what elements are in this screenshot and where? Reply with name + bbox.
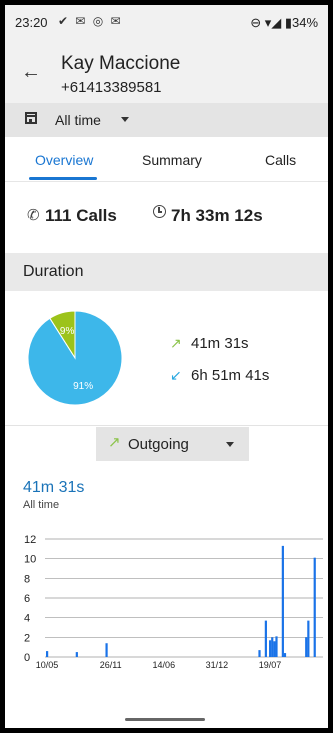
- incoming-duration: 6h 51m 41s: [191, 367, 270, 384]
- y-tick-label: 0: [24, 652, 30, 664]
- notification-icons: ✔ ✉ ◎ ✉: [58, 14, 123, 28]
- chart-bar: [271, 637, 274, 657]
- y-tick-label: 12: [24, 534, 36, 546]
- pie-slice-label: 9%: [60, 326, 75, 337]
- chart-bar: [75, 652, 78, 657]
- chart-bar: [283, 653, 287, 657]
- contact-name: Kay Maccione: [61, 53, 181, 74]
- direction-label: Outgoing: [128, 436, 189, 453]
- gesture-nav-bar[interactable]: [125, 718, 205, 721]
- chart-bar: [307, 620, 310, 657]
- outgoing-arrow-icon: ↗: [108, 434, 121, 451]
- x-tick-label: 14/06: [153, 660, 176, 670]
- chart-bar: [313, 557, 316, 657]
- tab-bar: Overview Summary Calls: [5, 137, 328, 182]
- back-arrow-icon[interactable]: ←: [21, 61, 41, 84]
- pie-slice-label: 91%: [73, 381, 93, 392]
- tab-summary[interactable]: Summary: [142, 152, 202, 168]
- y-tick-label: 6: [24, 593, 30, 605]
- y-tick-label: 8: [24, 573, 30, 585]
- duration-section-header: Duration: [5, 253, 328, 291]
- direction-total: 41m 31s: [23, 479, 85, 496]
- duration-title: Duration: [23, 263, 84, 280]
- calendar-icon: [25, 112, 37, 124]
- chart-bar: [264, 620, 267, 657]
- contact-header: ← Kay Maccione +61413389581: [5, 39, 328, 103]
- duration-pie-chart: 9% 91%: [27, 310, 123, 406]
- x-tick-label: 10/05: [36, 660, 59, 670]
- section-divider: [5, 425, 328, 426]
- stats-summary: ✆ 111 Calls 7h 33m 12s: [5, 181, 328, 253]
- x-tick-label: 31/12: [206, 660, 229, 670]
- tab-overview[interactable]: Overview: [35, 152, 93, 168]
- chart-bar: [281, 545, 284, 657]
- chevron-down-icon: [121, 117, 129, 122]
- chevron-down-icon: [226, 442, 234, 447]
- chart-bar: [273, 641, 276, 657]
- chart-bar: [305, 637, 308, 657]
- calls-count: 111 Calls: [45, 206, 117, 225]
- y-tick-label: 4: [24, 613, 30, 625]
- contact-phone: +61413389581: [61, 79, 162, 96]
- outgoing-arrow-icon: ↗: [170, 335, 182, 351]
- y-tick-label: 2: [24, 632, 30, 644]
- chart-bar: [275, 636, 278, 657]
- phone-icon: ✆: [27, 207, 40, 224]
- period-filter[interactable]: All time: [5, 103, 328, 137]
- clock-icon: [153, 205, 166, 218]
- direction-dropdown[interactable]: ↗ Outgoing: [96, 427, 249, 461]
- battery-signal-status: ⊖ ▾◢ ▮34%: [250, 15, 318, 30]
- outgoing-duration: 41m 31s: [191, 335, 249, 352]
- tab-calls[interactable]: Calls: [265, 152, 296, 168]
- chart-bar: [105, 643, 108, 657]
- x-tick-label: 26/11: [100, 660, 122, 670]
- period-label: All time: [55, 112, 101, 128]
- status-time: 23:20: [15, 15, 48, 30]
- duration-bar-chart: 0 2 4 6 8 10 12 10/05 26/11 14/06 31/12 19/07: [24, 534, 323, 670]
- active-tab-indicator: [29, 177, 97, 180]
- chart-bar: [258, 650, 261, 657]
- y-tick-label: 10: [24, 554, 36, 566]
- direction-total-period: All time: [23, 499, 60, 511]
- incoming-arrow-icon: ↙: [170, 367, 182, 383]
- status-bar: 23:20 ✔ ✉ ◎ ✉ ⊖ ▾◢ ▮34%: [5, 5, 328, 39]
- app-screen: 23:20 ✔ ✉ ◎ ✉ ⊖ ▾◢ ▮34% ← Kay Maccione +…: [5, 5, 328, 728]
- chart-bar: [46, 651, 49, 657]
- chart-bar: [269, 640, 272, 657]
- x-tick-label: 19/07: [259, 660, 282, 670]
- total-duration: 7h 33m 12s: [171, 206, 263, 225]
